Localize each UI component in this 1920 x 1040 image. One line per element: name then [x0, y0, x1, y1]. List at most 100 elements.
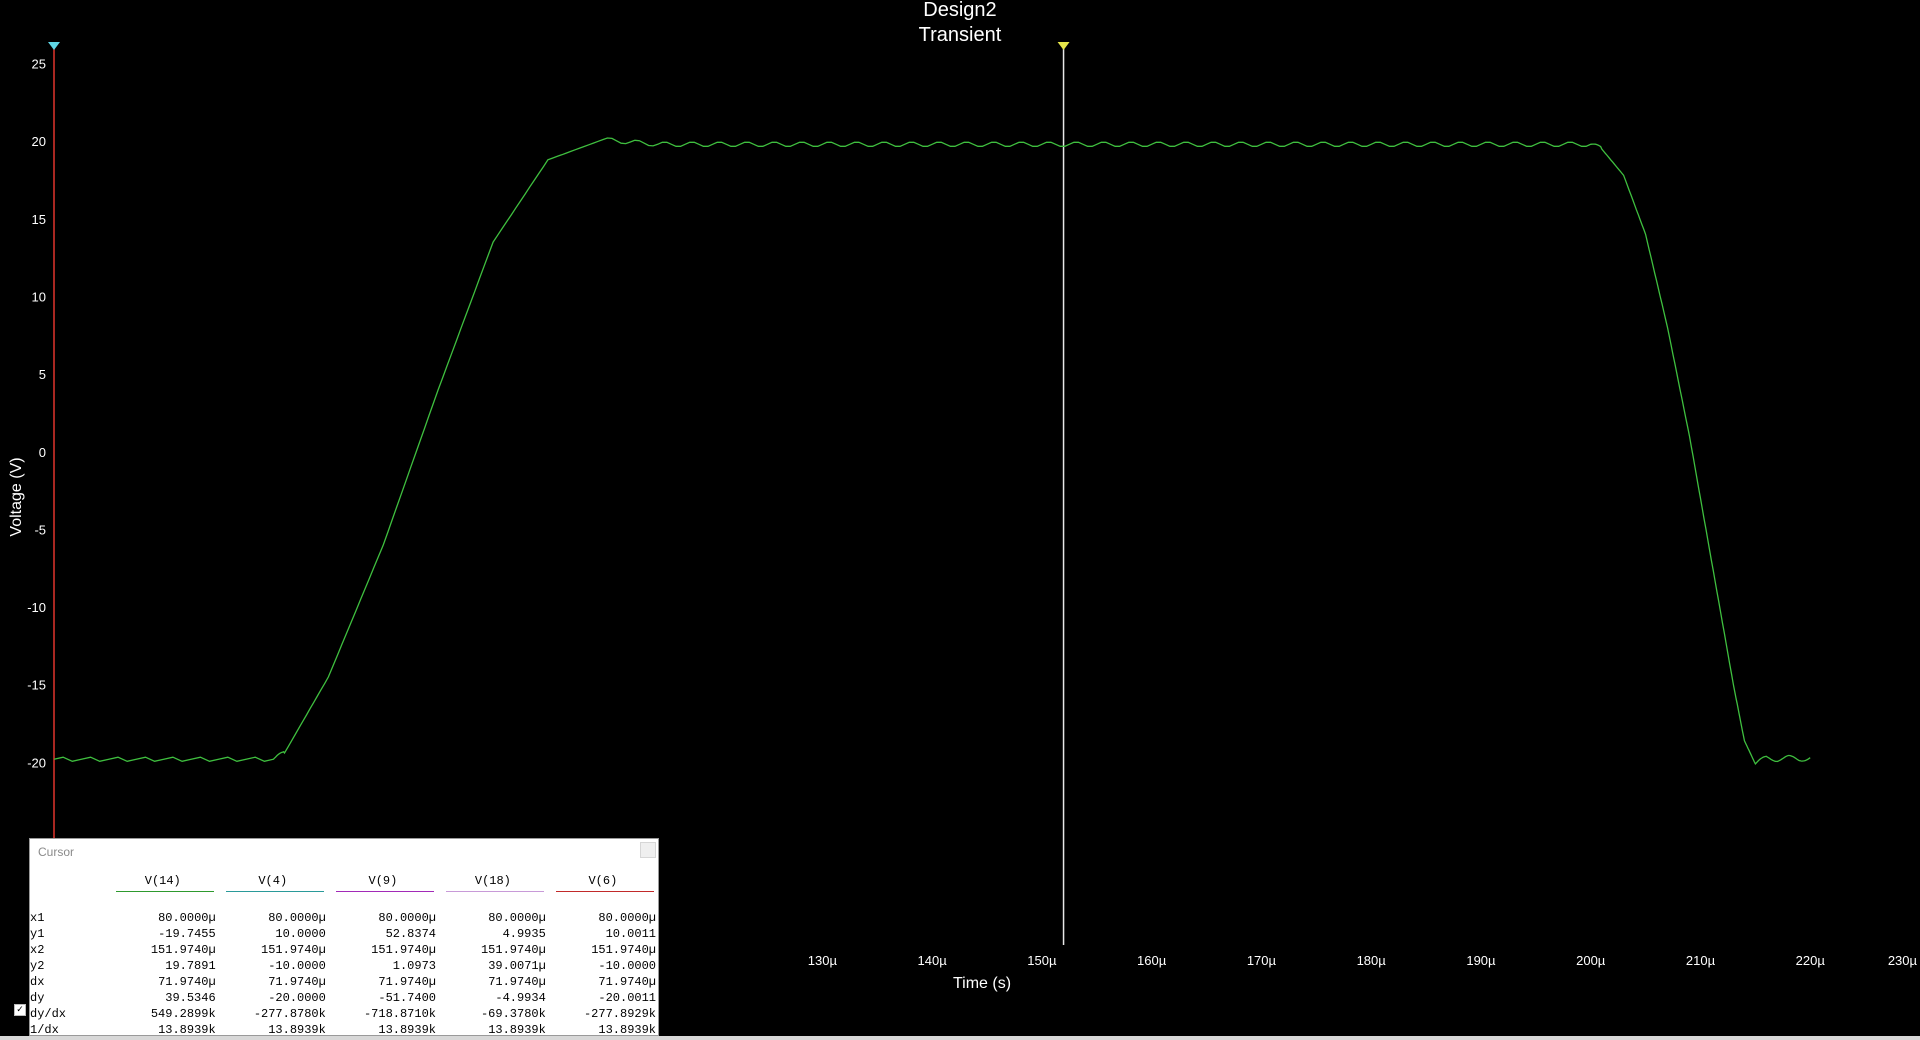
x-tick-label: 160µ: [1137, 953, 1167, 968]
cursor-cell: 71.9740µ: [598, 975, 656, 989]
cursor-table-header: V(14) V(4) V(9) V(18) V(6): [30, 873, 658, 894]
x-axis-ticks: 130µ 140µ 150µ 160µ 170µ 180µ 190µ 200µ 210µ 220µ…: [808, 953, 1918, 968]
chart-title-line-1: Design2: [923, 0, 996, 21]
cursor-cell: -51.7400: [378, 991, 436, 1005]
x-tick-label: 210µ: [1686, 953, 1716, 968]
y-tick-label: 15: [32, 212, 46, 227]
cursor-cell: 80.0000µ: [598, 911, 656, 925]
cursor-table-corner: [30, 873, 108, 894]
y-axis-label: Voltage (V): [8, 457, 25, 536]
cursor-cell: 151.9740µ: [591, 943, 656, 957]
cursor-col-header-4: V(6): [548, 873, 658, 894]
cursor-row-label: dy/dx: [30, 1007, 67, 1021]
y-tick-label: 20: [32, 134, 46, 149]
cursor-row-label: dx: [30, 975, 45, 989]
panel-checkbox[interactable]: ✓: [14, 1004, 26, 1016]
cursor-row-label: y1: [30, 927, 45, 941]
cursor-row-label: x2: [30, 943, 45, 957]
cursor-cell: 39.5346: [165, 991, 216, 1005]
cursor-cell: -277.8929k: [583, 1007, 656, 1021]
cursor-cell: 151.9740µ: [261, 943, 326, 957]
cursor-cell: -10.0000: [598, 959, 656, 973]
y-axis-ticks: 25 20 15 10 5 0 -5 -10 -15 -20: [27, 57, 46, 771]
status-strip: [0, 1036, 1920, 1040]
x-tick-label: 180µ: [1357, 953, 1387, 968]
cursor-cell: 549.2899k: [150, 1007, 216, 1021]
cursor-panel-title: Cursor: [38, 845, 75, 859]
cursor-col-header-1: V(4): [218, 873, 328, 894]
cursor-cell: 71.9740µ: [378, 975, 436, 989]
cursor-cell: 52.8374: [385, 927, 436, 941]
chart-title-line-2: Transient: [919, 24, 1002, 46]
y-tick-label: 25: [32, 57, 46, 72]
series-line-0: [53, 137, 1811, 766]
cursor-cell: -69.3780k: [480, 1007, 546, 1021]
cursor-col-header-3: V(18): [438, 873, 548, 894]
table-row: dx 71.9740µ 71.9740µ 71.9740µ 71.9740µ 71.974…: [30, 974, 658, 990]
cursor-cell: 151.9740µ: [371, 943, 436, 957]
table-row: dy 39.5346 -20.0000 -51.7400 -4.9934 -20.0011: [30, 990, 658, 1006]
cursor-table: V(14) V(4) V(9) V(18) V(6) x1 80.0000µ 80.…: [30, 873, 658, 1038]
cursor-panel[interactable]: Cursor V(14) V(4) V(9) V(18) V(6) x1 80.0…: [29, 838, 659, 1038]
x-tick-label: 230µ: [1888, 953, 1918, 968]
cursor-cell: 19.7891: [165, 959, 216, 973]
cursor-row-label: y2: [30, 959, 45, 973]
cursor-cell: 80.0000µ: [158, 911, 216, 925]
x-tick-label: 140µ: [918, 953, 948, 968]
y-tick-label: -5: [34, 522, 46, 537]
cursor-cell: -10.0000: [268, 959, 326, 973]
cursor-2-line-handle[interactable]: [1057, 42, 1070, 50]
cursor-cell: -4.9934: [495, 991, 546, 1005]
table-row: y2 19.7891 -10.0000 1.0973 39.0071µ -10.0000: [30, 958, 658, 974]
cursor-1-line-handle[interactable]: [48, 42, 60, 50]
cursor-cell: 71.9740µ: [488, 975, 546, 989]
table-row: dy/dx 549.2899k -277.8780k -718.8710k -69.37…: [30, 1006, 658, 1022]
cursor-cell: 1.0973: [392, 959, 436, 973]
cursor-cell: 80.0000µ: [488, 911, 546, 925]
series-layer: [53, 137, 1811, 766]
cursor-cell: 10.0011: [605, 927, 656, 941]
col-color-line-1: [225, 891, 324, 892]
cursor-cell: 151.9740µ: [150, 943, 216, 957]
cursor-cell: 80.0000µ: [268, 911, 326, 925]
cursor-cell: -19.7455: [158, 927, 216, 941]
cursor-cell: 71.9740µ: [158, 975, 216, 989]
cursor-cell: -20.0000: [268, 991, 326, 1005]
cursor-table-spacer: [30, 894, 658, 910]
y-tick-label: -15: [27, 678, 46, 693]
cursor-cell: 10.0000: [275, 927, 326, 941]
cursor-cell: 39.0071µ: [488, 959, 546, 973]
y-tick-label: -10: [27, 600, 46, 615]
table-row: x1 80.0000µ 80.0000µ 80.0000µ 80.0000µ 80.000…: [30, 910, 658, 926]
cursor-col-header-0: V(14): [108, 873, 218, 894]
y-tick-label: 5: [39, 367, 46, 382]
cursor-cell: 4.9935: [502, 927, 546, 941]
x-tick-label: 190µ: [1466, 953, 1496, 968]
cursor-cell: -277.8780k: [253, 1007, 326, 1021]
cursor-cell: 80.0000µ: [378, 911, 436, 925]
cursor-cell: 151.9740µ: [480, 943, 546, 957]
cursor-cell: 71.9740µ: [268, 975, 326, 989]
x-tick-label: 150µ: [1027, 953, 1057, 968]
cursor-cell: -718.8710k: [363, 1007, 436, 1021]
y-tick-label: 0: [39, 445, 46, 460]
col-color-line-2: [335, 891, 434, 892]
x-tick-label: 130µ: [808, 953, 838, 968]
col-color-line-0: [115, 891, 214, 892]
col-color-line-3: [445, 891, 544, 892]
col-color-line-4: [555, 891, 654, 892]
table-row: y1 -19.7455 10.0000 52.8374 4.9935 10.0011: [30, 926, 658, 942]
x-tick-label: 220µ: [1796, 953, 1826, 968]
cursor-cell: -20.0011: [598, 991, 656, 1005]
y-tick-label: 10: [32, 289, 46, 304]
cursor-row-label: x1: [30, 911, 45, 925]
x-tick-label: 170µ: [1247, 953, 1277, 968]
table-row: x2 151.9740µ 151.9740µ 151.9740µ 151.9740µ 15…: [30, 942, 658, 958]
cursor-row-label: dy: [30, 991, 45, 1005]
y-tick-label: -20: [27, 755, 46, 770]
x-tick-label: 200µ: [1576, 953, 1606, 968]
cursor-col-header-2: V(9): [328, 873, 438, 894]
x-axis-label: Time (s): [953, 975, 1011, 992]
cursor-panel-close-button[interactable]: [640, 842, 656, 858]
cursor-lines[interactable]: [48, 42, 1070, 945]
